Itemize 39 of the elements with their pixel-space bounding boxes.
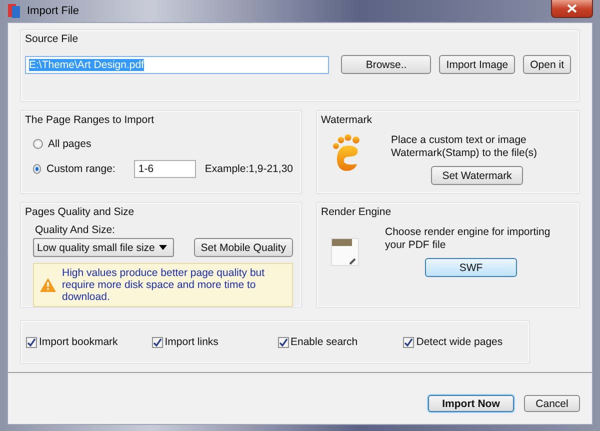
quality-dropdown[interactable]: Low quality small file size [33, 238, 174, 257]
group-title: Render Engine [321, 206, 392, 218]
checkbox-label: Enable search [290, 336, 358, 348]
cancel-button[interactable]: Cancel [524, 395, 580, 412]
group-title: Watermark [321, 114, 373, 126]
checkbox[interactable] [26, 336, 37, 348]
group-title: Pages Quality and Size [25, 206, 136, 218]
set-mobile-quality-button[interactable]: Set Mobile Quality [194, 238, 293, 257]
checkbox-label: Import links [164, 336, 218, 348]
watermark-description: Place a custom text or image Watermark(Stamp) to the file(s) [391, 134, 538, 160]
close-icon [567, 4, 577, 13]
warning-icon [40, 278, 56, 292]
swf-file-icon [331, 238, 359, 266]
radio-label: Custom range: [46, 163, 116, 175]
quality-label: Quality And Size: [35, 224, 116, 236]
checkbox[interactable] [403, 336, 414, 348]
warning-message: High values produce better page quality but require more disk space and more time to download. [62, 267, 266, 303]
render-engine-description: Choose render engine for importing your PDF file [385, 226, 552, 252]
open-button[interactable]: Open it [523, 55, 571, 74]
radio-button[interactable] [33, 139, 43, 149]
caret-icon [158, 245, 167, 250]
group-title: Source File [25, 33, 80, 45]
group-title: The Page Ranges to Import [25, 114, 155, 126]
example-hint: Example:1,9-21,30 [204, 163, 293, 175]
radio-button[interactable] [33, 164, 42, 174]
radio-label: All pages [48, 138, 92, 150]
set-watermark-button[interactable]: Set Watermark [431, 166, 523, 185]
range-field[interactable]: 1-6 [134, 160, 196, 178]
checkbox[interactable] [152, 336, 163, 348]
checkbox[interactable] [278, 336, 288, 348]
close-button[interactable] [551, 0, 593, 18]
checkbox-label: Detect wide pages [416, 336, 503, 348]
swf-button[interactable]: SWF [425, 258, 517, 277]
window-title: Import File [27, 5, 79, 17]
browse-button[interactable]: Browse.. [341, 55, 432, 74]
import-image-button[interactable]: Import Image [439, 55, 516, 74]
checkbox-label: Import bookmark [39, 336, 118, 348]
import-now-button[interactable]: Import Now [428, 395, 514, 412]
app-icon [7, 3, 21, 19]
